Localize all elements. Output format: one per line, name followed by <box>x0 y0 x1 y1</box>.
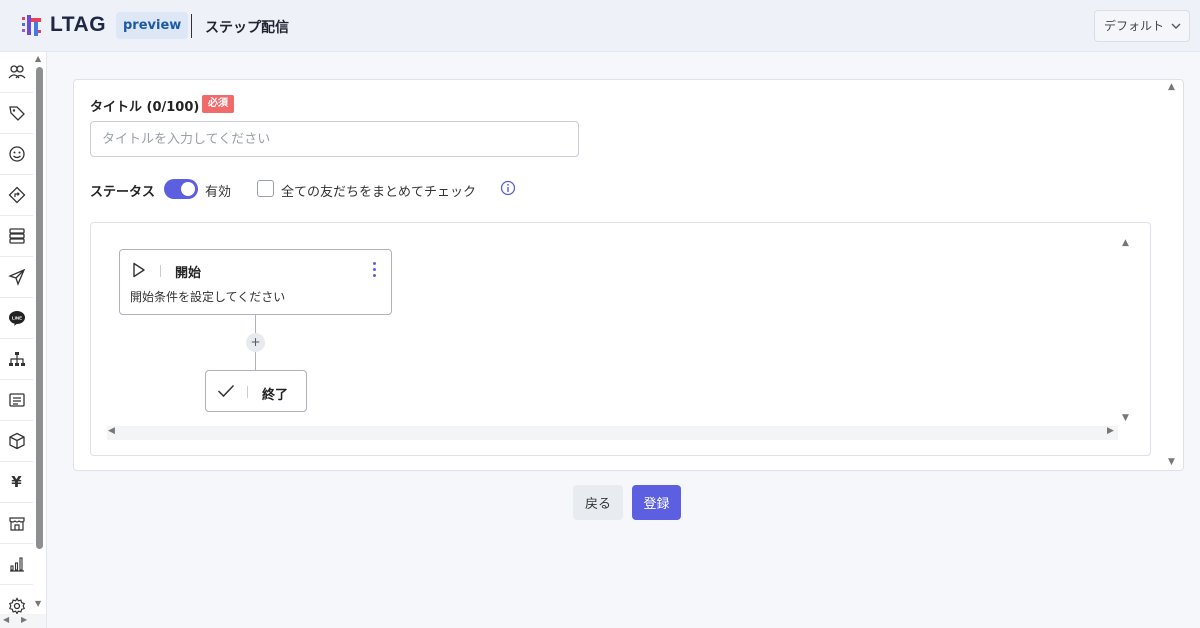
account-select-value: デフォルト <box>1104 19 1165 33</box>
more-vertical-icon[interactable] <box>369 262 379 280</box>
end-node[interactable]: 終了 <box>205 370 307 412</box>
users-icon <box>8 65 25 79</box>
send-icon <box>7 268 25 286</box>
sidebar-item-store[interactable] <box>0 503 33 544</box>
play-icon <box>133 262 145 278</box>
ltag-logo-icon[interactable] <box>18 12 46 40</box>
card-scroll-up-icon[interactable]: ▲ <box>1168 82 1175 92</box>
sidebar-scroll-up-icon[interactable]: ▲ <box>35 54 41 63</box>
sidebar-scroll-right-icon[interactable]: ▶ <box>21 615 27 624</box>
start-node-description: 開始条件を設定してください <box>130 290 286 304</box>
status-label: ステータス <box>90 185 156 200</box>
sidebar-item-emoji[interactable] <box>0 134 33 175</box>
line-icon: LINE <box>8 311 25 326</box>
register-button[interactable]: 登録 <box>632 485 681 520</box>
check-icon <box>217 384 235 398</box>
node-separator <box>160 265 161 277</box>
store-icon <box>8 517 25 531</box>
account-select[interactable]: デフォルト <box>1094 10 1190 42</box>
node-separator <box>247 386 248 398</box>
sidebar-item-hierarchy[interactable] <box>0 339 33 380</box>
sidebar-scroll-left-icon[interactable]: ◀ <box>3 615 9 624</box>
sidebar-item-analytics[interactable] <box>0 544 33 585</box>
sidebar-scroll-down-icon[interactable]: ▼ <box>35 599 41 608</box>
sidebar-item-users[interactable] <box>0 52 33 93</box>
end-node-title: 終了 <box>262 388 289 403</box>
hierarchy-icon <box>8 352 25 366</box>
flow-scroll-right-icon[interactable]: ▶ <box>1107 426 1114 436</box>
title-input[interactable] <box>90 121 579 157</box>
sidebar-item-forms[interactable] <box>0 380 33 421</box>
required-badge: 必須 <box>202 95 234 113</box>
sidebar-item-payments[interactable]: ¥ <box>0 462 33 503</box>
svg-text:LINE: LINE <box>11 315 21 320</box>
logo-text[interactable]: LTAG <box>50 13 106 37</box>
sidebar-item-route[interactable] <box>0 175 33 216</box>
start-node-title: 開始 <box>175 266 202 281</box>
sidebar-item-send[interactable] <box>0 257 33 298</box>
page-title: ステップ配信 <box>205 20 289 36</box>
database-icon <box>8 228 25 244</box>
preview-badge: preview <box>116 12 189 39</box>
title-label: タイトル (0/100) <box>90 100 200 115</box>
step-form-card: ▲ ▼ タイトル (0/100) 必須 ステータス 有効 全ての友だちをまとめて… <box>73 79 1184 471</box>
chevron-down-icon <box>1171 11 1181 53</box>
back-button[interactable]: 戻る <box>573 485 623 520</box>
sidebar-item-line[interactable]: LINE <box>0 298 33 339</box>
status-toggle-knob <box>181 182 195 196</box>
info-icon[interactable] <box>500 180 516 196</box>
status-value: 有効 <box>205 185 232 200</box>
card-scroll-down-icon[interactable]: ▼ <box>1168 457 1175 467</box>
add-step-button[interactable]: + <box>246 333 265 352</box>
flow-scroll-left-icon[interactable]: ◀ <box>108 426 115 436</box>
sidebar-item-products[interactable] <box>0 421 33 462</box>
chart-icon <box>9 557 24 572</box>
smile-icon <box>8 146 25 162</box>
form-icon <box>8 393 25 407</box>
top-header: LTAG preview ステップ配信 デフォルト <box>0 0 1200 52</box>
check-all-label[interactable]: 全ての友だちをまとめてチェック <box>281 181 476 200</box>
flow-vertical-scrollbar[interactable] <box>1118 238 1134 428</box>
flow-scroll-down-icon[interactable]: ▼ <box>1122 413 1129 423</box>
step-flow-canvas: 開始 開始条件を設定してください + 終了 ▲ ▼ ◀ ▶ <box>90 222 1151 456</box>
sidebar-scrollbar-thumb[interactable] <box>36 67 43 549</box>
sidebar: LINE ¥ ▲ ▼ ◀ ▶ <box>0 52 47 628</box>
box-icon <box>8 432 25 450</box>
tag-icon <box>8 106 25 121</box>
route-icon <box>8 186 25 204</box>
sidebar-item-tags[interactable] <box>0 93 33 134</box>
check-all-checkbox[interactable] <box>257 180 274 197</box>
start-node[interactable]: 開始 開始条件を設定してください <box>119 249 392 315</box>
flow-scroll-up-icon[interactable]: ▲ <box>1122 238 1129 248</box>
gear-icon <box>8 596 25 615</box>
status-toggle[interactable] <box>164 179 198 199</box>
flow-horizontal-scrollbar[interactable] <box>107 426 1118 440</box>
sidebar-item-database[interactable] <box>0 216 33 257</box>
header-divider <box>191 14 192 38</box>
yen-icon: ¥ <box>11 473 22 491</box>
